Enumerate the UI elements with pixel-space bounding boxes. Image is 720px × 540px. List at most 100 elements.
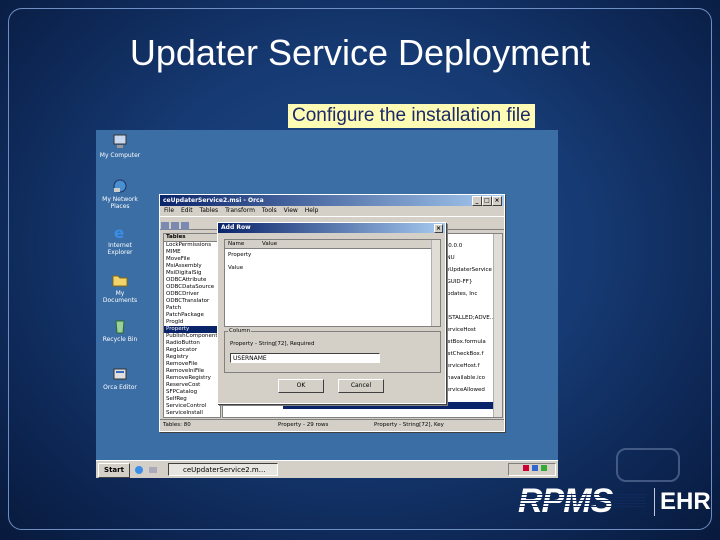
- new-icon[interactable]: [161, 222, 169, 230]
- logo-suffix: EHR: [660, 488, 711, 515]
- taskbar-task-orca[interactable]: ceUpdaterService2.m...: [168, 463, 278, 476]
- desktop-icon-label: My Network Places: [102, 196, 138, 210]
- minimize-button[interactable]: _: [472, 196, 482, 206]
- table-item[interactable]: RemoveIniFile: [164, 368, 220, 375]
- system-tray: [508, 463, 556, 476]
- desktop-icon-label: Orca Editor: [103, 384, 137, 391]
- column-group-label: Column: [228, 328, 252, 334]
- menu-view[interactable]: View: [284, 207, 298, 214]
- ok-button[interactable]: OK: [278, 379, 324, 393]
- table-item[interactable]: RegLocator: [164, 347, 220, 354]
- column-value-input[interactable]: [230, 353, 380, 363]
- menu-tables[interactable]: Tables: [200, 207, 219, 214]
- close-button[interactable]: ×: [492, 196, 502, 206]
- table-item[interactable]: MsiAssembly: [164, 263, 220, 270]
- menu-file[interactable]: File: [164, 207, 174, 214]
- dialog-titlebar: Add Row ×: [218, 223, 445, 233]
- desktop-icon-network[interactable]: My Network Places: [98, 178, 142, 210]
- table-item[interactable]: PatchPackage: [164, 312, 220, 319]
- slide: Updater Service Deployment Configure the…: [0, 0, 720, 540]
- window-title: ceUpdaterService2.msi - Orca: [163, 197, 264, 204]
- table-item[interactable]: RemoveRegistry: [164, 375, 220, 382]
- tables-header: Tables: [164, 234, 220, 242]
- status-column: Property - String[72], Key: [374, 422, 444, 428]
- table-item[interactable]: ProgId: [164, 319, 220, 326]
- tables-list[interactable]: Tables LockPermissions MIME MoveFile Msi…: [163, 233, 221, 418]
- task-label: ceUpdaterService2.m...: [183, 466, 266, 474]
- table-item[interactable]: RemoveFile: [164, 361, 220, 368]
- table-item[interactable]: MoveFile: [164, 256, 220, 263]
- table-item[interactable]: LockPermissions: [164, 242, 220, 249]
- desktop-icon-label: Recycle Bin: [102, 336, 138, 343]
- dialog-row-value[interactable]: Value: [228, 265, 243, 271]
- save-icon[interactable]: [181, 222, 189, 230]
- logo-swoosh: [616, 448, 680, 482]
- col-name-header: Name: [228, 241, 245, 247]
- menu-edit[interactable]: Edit: [181, 207, 193, 214]
- cancel-button[interactable]: Cancel: [338, 379, 384, 393]
- desktop-icon-label: Internet Explorer: [107, 242, 133, 256]
- slide-subtitle: Configure the installation file: [288, 104, 535, 128]
- menu-bar: File Edit Tables Transform Tools View He…: [160, 206, 504, 216]
- quicklaunch-ie-icon[interactable]: [134, 465, 144, 475]
- grid-scrollbar[interactable]: [493, 234, 502, 417]
- add-row-dialog: Add Row × Name Value Property Value Colu…: [217, 222, 446, 404]
- table-item[interactable]: MIME: [164, 249, 220, 256]
- table-item[interactable]: ServiceControl: [164, 403, 220, 410]
- status-rows: Property - 29 rows: [278, 422, 329, 428]
- screenshot: My Computer My Network Places e Internet…: [96, 130, 558, 478]
- table-item[interactable]: RadioButton: [164, 340, 220, 347]
- folder-icon: [112, 275, 128, 287]
- ie-icon: e: [114, 224, 124, 240]
- window-titlebar: ceUpdaterService2.msi - Orca _ □ ×: [160, 195, 504, 206]
- open-icon[interactable]: [171, 222, 179, 230]
- logo-stripes: [518, 492, 646, 508]
- computer-icon: [113, 134, 127, 148]
- network-icon: [113, 179, 127, 193]
- start-button[interactable]: Start: [98, 463, 130, 478]
- col-value-header: Value: [262, 241, 278, 247]
- menu-tools[interactable]: Tools: [262, 207, 277, 214]
- table-item[interactable]: SelfReg: [164, 396, 220, 403]
- svg-text:e: e: [114, 224, 124, 240]
- menu-transform[interactable]: Transform: [225, 207, 255, 214]
- table-item[interactable]: PublishComponent: [164, 333, 220, 340]
- status-tables: Tables: 80: [163, 422, 191, 428]
- orca-icon: [113, 368, 127, 380]
- desktop-icon-orca[interactable]: Orca Editor: [98, 366, 142, 391]
- status-bar: Tables: 80 Property - 29 rows Property -…: [160, 419, 504, 431]
- dialog-list-header: Name Value: [225, 240, 440, 249]
- desktop-icon-label: My Computer: [99, 152, 141, 159]
- table-item-selected[interactable]: Property: [164, 326, 220, 333]
- desktop-icon-my-computer[interactable]: My Computer: [98, 134, 142, 159]
- desktop-icon-documents[interactable]: My Documents: [98, 272, 142, 304]
- dialog-title: Add Row: [221, 224, 251, 231]
- table-item[interactable]: SFPCatalog: [164, 389, 220, 396]
- menu-help[interactable]: Help: [305, 207, 319, 214]
- table-item[interactable]: ReserveCost: [164, 382, 220, 389]
- recycle-bin-icon: [115, 320, 125, 334]
- table-item[interactable]: MsiDigitalSig: [164, 270, 220, 277]
- table-item[interactable]: Registry: [164, 354, 220, 361]
- desktop-icon-label: My Documents: [102, 290, 138, 304]
- table-item[interactable]: ODBCDataSource: [164, 284, 220, 291]
- dialog-row-property[interactable]: Property: [228, 252, 251, 258]
- maximize-button[interactable]: □: [482, 196, 492, 206]
- logo-divider: [654, 488, 655, 516]
- column-groupbox: Column Property - String[72], Required: [224, 328, 441, 373]
- slide-title: Updater Service Deployment: [129, 32, 591, 73]
- quicklaunch-desktop-icon[interactable]: [148, 465, 158, 475]
- dialog-close-button[interactable]: ×: [434, 224, 443, 233]
- dialog-row-list[interactable]: Name Value Property Value: [224, 239, 441, 327]
- table-item[interactable]: ServiceInstall: [164, 410, 220, 417]
- taskbar: Start ceUpdaterService2.m...: [96, 460, 558, 478]
- table-item[interactable]: Patch: [164, 305, 220, 312]
- desktop-icon-ie[interactable]: e Internet Explorer: [98, 224, 142, 256]
- column-info: Property - String[72], Required: [230, 341, 315, 347]
- dialog-scrollbar[interactable]: [431, 240, 440, 326]
- table-item[interactable]: ODBCTranslator: [164, 298, 220, 305]
- desktop-icon-recycle-bin[interactable]: Recycle Bin: [98, 318, 142, 343]
- table-item[interactable]: ODBCAttribute: [164, 277, 220, 284]
- table-item[interactable]: ODBCDriver: [164, 291, 220, 298]
- tray-icons: [523, 465, 547, 471]
